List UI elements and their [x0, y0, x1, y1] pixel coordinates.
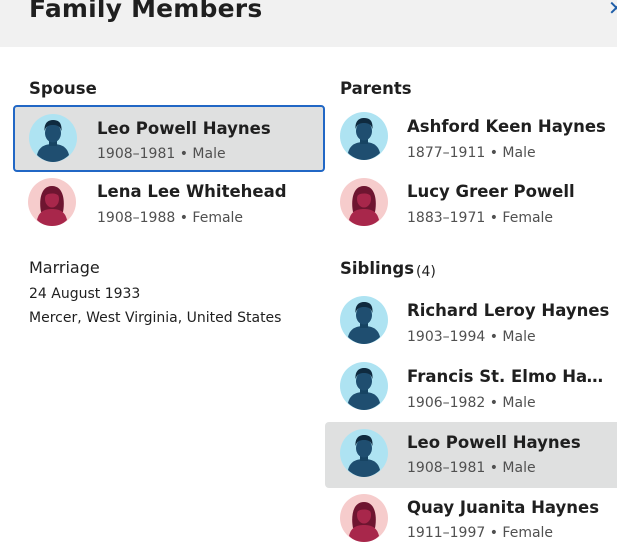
person-name: Leo Powell Haynes	[407, 433, 581, 452]
sibling-card[interactable]: Richard Leroy Haynes 1903–1994 • Male	[325, 290, 617, 354]
sibling-card[interactable]: Quay Juanita Haynes 1911–1997 • Female	[325, 488, 617, 555]
male-avatar-icon	[340, 296, 388, 344]
person-meta: 1908–1988 • Female	[97, 210, 244, 226]
siblings-label: Siblings	[340, 259, 415, 278]
sibling-card-current[interactable]: Leo Powell Haynes 1908–1981 • Male	[325, 422, 617, 488]
spouse-card-wife[interactable]: Lena Lee Whitehead 1908–1988 • Female	[13, 172, 325, 236]
person-name: Leo Powell Haynes	[97, 119, 271, 138]
person-name: Ashford Keen Haynes	[407, 117, 606, 136]
male-avatar-icon	[340, 112, 388, 160]
marriage-label: Marriage	[29, 258, 100, 277]
person-name: Francis St. Elmo Haynes	[407, 367, 612, 386]
page-title: Family Members	[29, 0, 263, 23]
marriage-date: 24 August 1933	[29, 286, 141, 302]
parents-heading: Parents	[340, 79, 412, 98]
person-meta: 1906–1982 • Male	[407, 395, 536, 411]
spouse-heading: Spouse	[29, 79, 97, 98]
person-meta: 1908–1981 • Male	[407, 460, 536, 476]
spouse-card-self[interactable]: Leo Powell Haynes 1908–1981 • Male	[13, 105, 325, 172]
male-avatar-icon	[29, 114, 77, 162]
female-avatar-icon	[340, 494, 388, 542]
female-avatar-icon	[340, 178, 388, 226]
siblings-heading: Siblings (4)	[340, 259, 436, 280]
person-meta: 1908–1981 • Male	[97, 146, 226, 162]
male-avatar-icon	[340, 429, 388, 477]
person-meta: 1903–1994 • Male	[407, 329, 536, 345]
female-avatar-icon	[28, 178, 76, 226]
person-name: Quay Juanita Haynes	[407, 498, 600, 517]
parent-card[interactable]: Lucy Greer Powell 1883–1971 • Female	[325, 172, 617, 236]
siblings-count: (4)	[416, 264, 436, 280]
marriage-place: Mercer, West Virginia, United States	[29, 310, 282, 326]
person-name: Lucy Greer Powell	[407, 182, 575, 201]
parent-card[interactable]: Ashford Keen Haynes 1877–1911 • Male	[325, 106, 617, 170]
close-icon[interactable]: ✕	[608, 0, 617, 20]
person-name: Richard Leroy Haynes	[407, 301, 610, 320]
person-meta: 1911–1997 • Female	[407, 525, 554, 541]
person-name: Lena Lee Whitehead	[97, 182, 287, 201]
sibling-card[interactable]: Francis St. Elmo Haynes 1906–1982 • Male	[325, 356, 617, 420]
person-meta: 1877–1911 • Male	[407, 145, 536, 161]
person-meta: 1883–1971 • Female	[407, 210, 554, 226]
panel-header: Family Members ✕	[0, 0, 617, 47]
male-avatar-icon	[340, 362, 388, 410]
